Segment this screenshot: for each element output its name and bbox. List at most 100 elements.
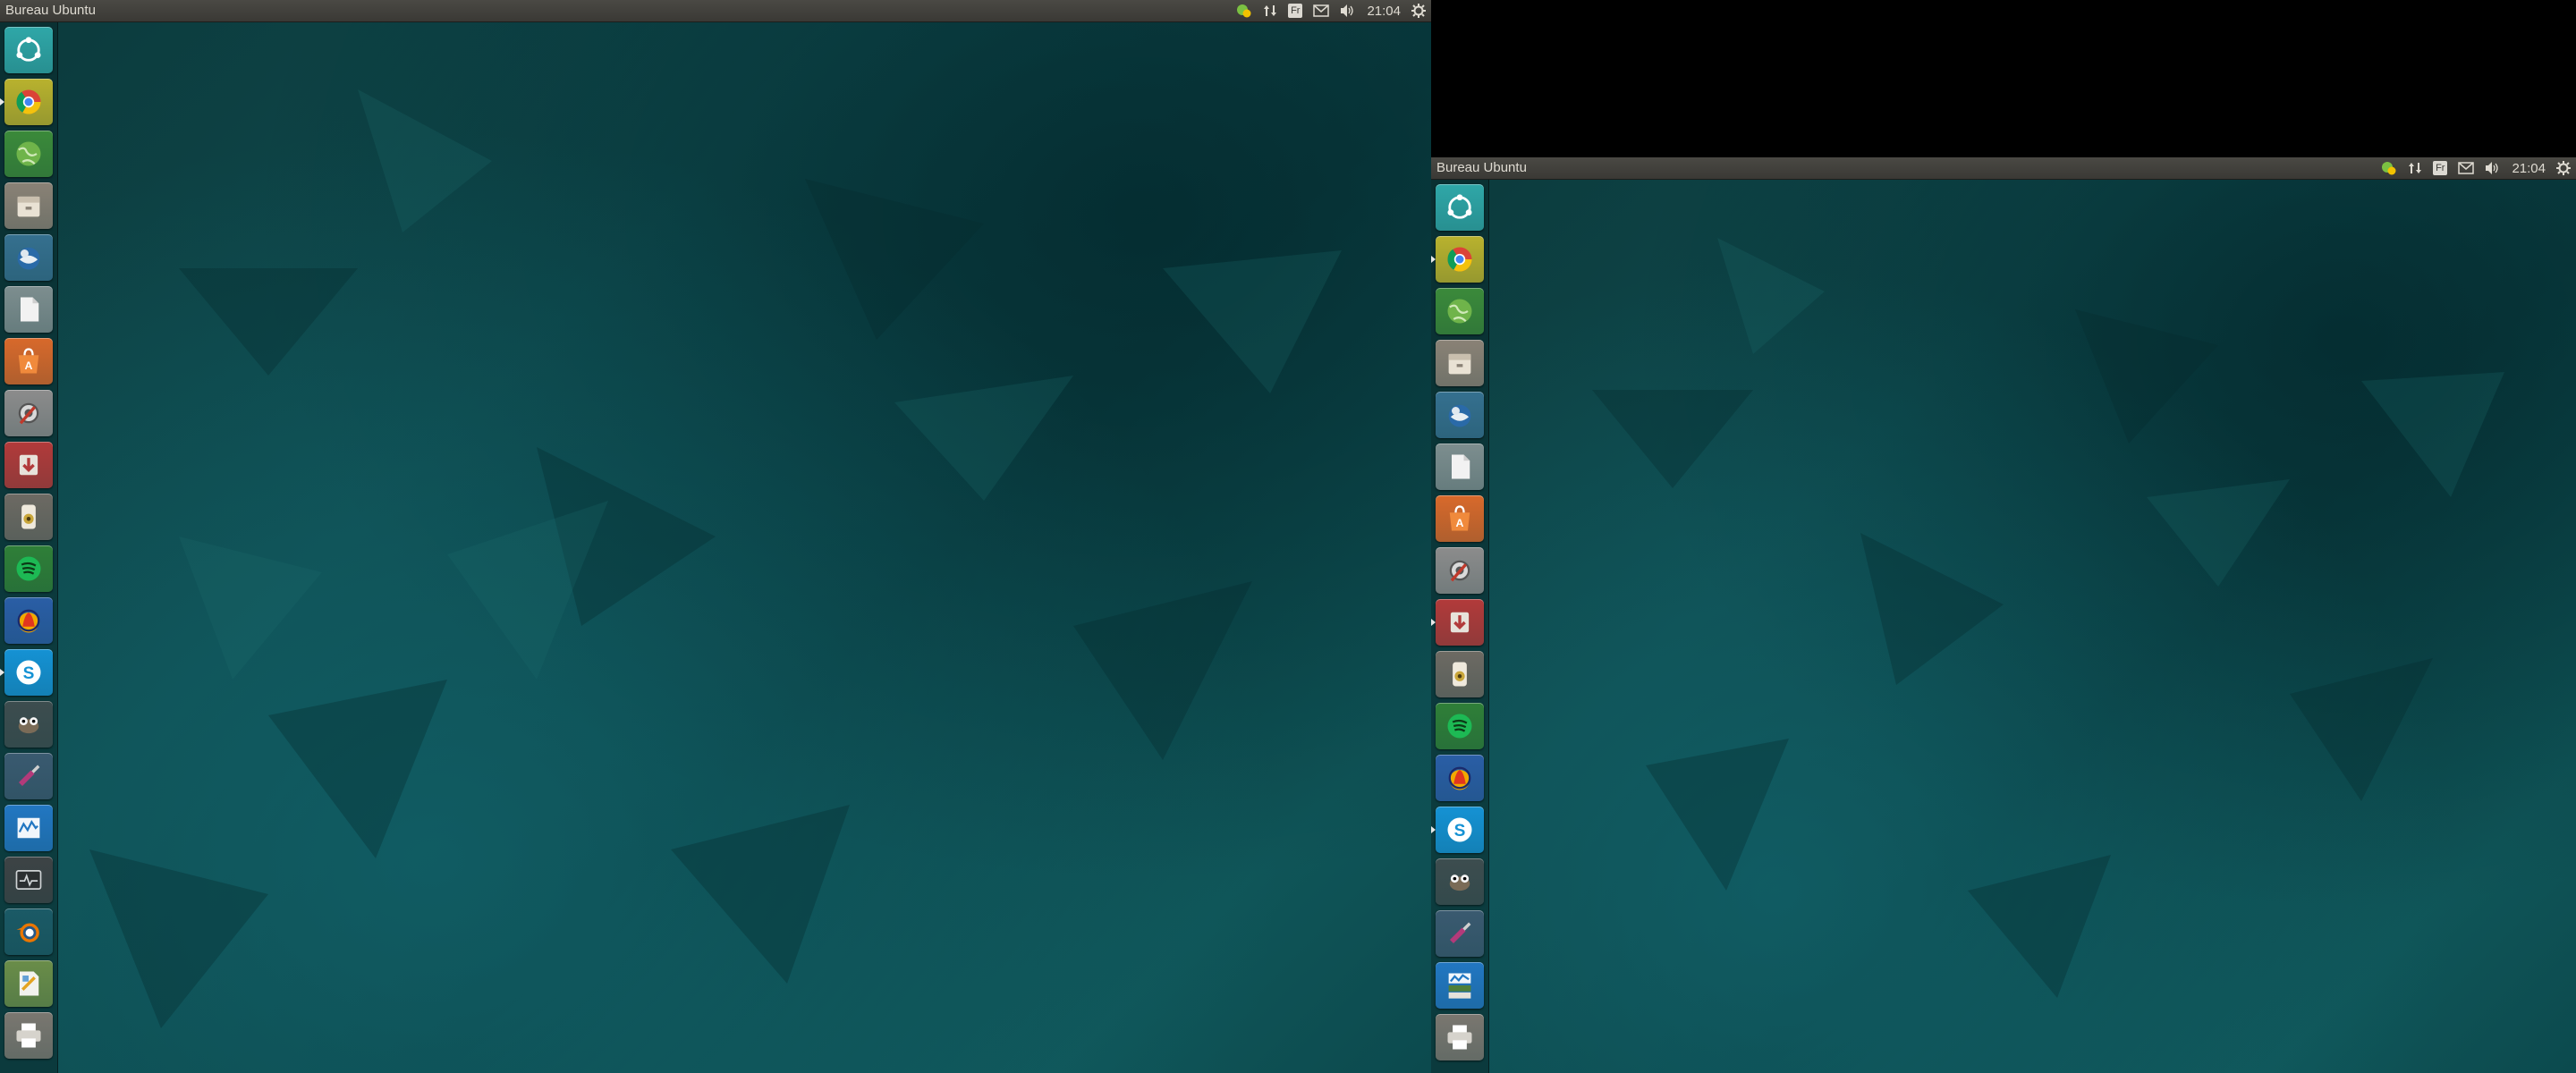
- launcher-item-speaker-app[interactable]: [1436, 651, 1484, 697]
- screwdriver-tool-icon: [13, 760, 45, 792]
- volume-icon[interactable]: [2485, 157, 2501, 179]
- launcher-item-thunderbird[interactable]: [1436, 392, 1484, 438]
- text-editor-icon: [1444, 451, 1476, 483]
- thunderbird-icon: [13, 241, 45, 274]
- running-indicator: [1431, 619, 1436, 626]
- launcher-item-printer[interactable]: [1436, 1014, 1484, 1060]
- launcher-item-speaker-app[interactable]: [4, 494, 53, 540]
- dash-home-icon: [1444, 191, 1476, 224]
- system-settings-icon: [13, 397, 45, 429]
- spotify-icon: [13, 553, 45, 585]
- audacity-icon: [1444, 762, 1476, 794]
- indicator-area: Fr 21:04: [1225, 0, 1426, 21]
- launcher-item-gimp[interactable]: [4, 701, 53, 748]
- top-panel: Bureau Ubuntu Fr 21:04: [0, 0, 1431, 22]
- transmission-icon: [1444, 606, 1476, 638]
- file-manager-icon: [1444, 347, 1476, 379]
- audacity-icon: [13, 604, 45, 637]
- network-icon[interactable]: [2408, 157, 2422, 179]
- running-indicator: [1431, 256, 1436, 263]
- clock[interactable]: 21:04: [1367, 0, 1401, 21]
- launcher-item-screwdriver-tool[interactable]: [1436, 910, 1484, 957]
- speaker-app-icon: [13, 501, 45, 533]
- launcher-item-software-center[interactable]: A: [1436, 495, 1484, 542]
- launcher-item-system-monitor[interactable]: [4, 805, 53, 851]
- skype-icon: S: [13, 656, 45, 689]
- mail-icon[interactable]: [1313, 0, 1330, 21]
- desktop-wallpaper: [1431, 157, 2576, 1073]
- launcher-item-printer[interactable]: [4, 1012, 53, 1059]
- svg-text:A: A: [1456, 517, 1464, 529]
- launcher-item-text-editor[interactable]: [1436, 444, 1484, 490]
- terminal-monitor-icon: [13, 864, 45, 896]
- launcher-item-screwdriver-tool[interactable]: [4, 753, 53, 799]
- chrome-icon: [1444, 243, 1476, 275]
- launcher-item-network-globe[interactable]: [1436, 288, 1484, 334]
- launcher-item-system-settings[interactable]: [1436, 547, 1484, 594]
- launcher-item-skype[interactable]: S: [4, 649, 53, 696]
- launcher-item-terminal-monitor[interactable]: [4, 857, 53, 903]
- printer-icon: [1444, 1021, 1476, 1053]
- printer-icon: [13, 1019, 45, 1052]
- stacked-apps-icon: [1444, 969, 1476, 1001]
- panel-title: Bureau Ubuntu: [5, 3, 96, 18]
- launcher-item-file-manager[interactable]: [4, 182, 53, 229]
- clock[interactable]: 21:04: [2512, 157, 2546, 179]
- system-monitor-icon: [13, 812, 45, 844]
- text-editor-icon: [13, 293, 45, 325]
- blender-icon: [13, 916, 45, 948]
- network-globe-icon: [1444, 295, 1476, 327]
- svg-text:S: S: [1454, 822, 1466, 841]
- session-gear-icon[interactable]: [1411, 0, 1426, 21]
- launcher-item-skype[interactable]: S: [1436, 807, 1484, 853]
- dash-home-icon: [13, 34, 45, 66]
- launcher-item-blender[interactable]: [4, 908, 53, 955]
- launcher-item-network-globe[interactable]: [4, 131, 53, 177]
- mail-icon[interactable]: [2458, 157, 2475, 179]
- launcher-item-spotify[interactable]: [4, 545, 53, 592]
- running-indicator: [1431, 826, 1436, 833]
- svg-text:A: A: [25, 359, 33, 372]
- software-center-icon: A: [13, 345, 45, 377]
- keyboard-layout-indicator[interactable]: Fr: [2433, 157, 2448, 179]
- launcher-item-thunderbird[interactable]: [4, 234, 53, 281]
- screwdriver-tool-icon: [1444, 917, 1476, 950]
- launcher-item-transmission[interactable]: [4, 442, 53, 488]
- screen-right: Bureau Ubuntu Fr 21:04 A S: [1431, 157, 2576, 1073]
- keyboard-layout-indicator[interactable]: Fr: [1288, 0, 1303, 21]
- launcher-item-text-editor[interactable]: [4, 286, 53, 333]
- launcher-item-gimp[interactable]: [1436, 858, 1484, 905]
- wallpaper-pattern: [89, 89, 1342, 1028]
- spotify-icon: [1444, 710, 1476, 742]
- launcher-item-chrome[interactable]: [4, 79, 53, 125]
- launcher-item-libreoffice-draw[interactable]: [4, 960, 53, 1007]
- running-indicator: [0, 669, 4, 676]
- launcher-item-software-center[interactable]: A: [4, 338, 53, 384]
- chat-status-icon[interactable]: [2381, 157, 2397, 179]
- launcher-item-stacked-apps[interactable]: [1436, 962, 1484, 1009]
- wallpaper-pattern: [1592, 238, 2504, 998]
- skype-icon: S: [1444, 814, 1476, 846]
- launcher-item-audacity[interactable]: [4, 597, 53, 644]
- file-manager-icon: [13, 190, 45, 222]
- launcher-item-system-settings[interactable]: [4, 390, 53, 436]
- volume-icon[interactable]: [1340, 0, 1356, 21]
- network-icon[interactable]: [1263, 0, 1277, 21]
- launcher-item-transmission[interactable]: [1436, 599, 1484, 646]
- session-gear-icon[interactable]: [2556, 157, 2571, 179]
- gimp-icon: [1444, 866, 1476, 898]
- chat-status-icon[interactable]: [1236, 0, 1252, 21]
- transmission-icon: [13, 449, 45, 481]
- gimp-icon: [13, 708, 45, 740]
- running-indicator: [0, 98, 4, 106]
- launcher-item-dash-home[interactable]: [4, 27, 53, 73]
- screen-left: Bureau Ubuntu Fr 21:04 A S: [0, 0, 1431, 1073]
- launcher-item-audacity[interactable]: [1436, 755, 1484, 801]
- launcher-item-dash-home[interactable]: [1436, 184, 1484, 231]
- launcher-item-file-manager[interactable]: [1436, 340, 1484, 386]
- panel-title: Bureau Ubuntu: [1436, 160, 1527, 175]
- launcher-item-chrome[interactable]: [1436, 236, 1484, 283]
- desktop-wallpaper: [0, 0, 1431, 1073]
- chrome-icon: [13, 86, 45, 118]
- launcher-item-spotify[interactable]: [1436, 703, 1484, 749]
